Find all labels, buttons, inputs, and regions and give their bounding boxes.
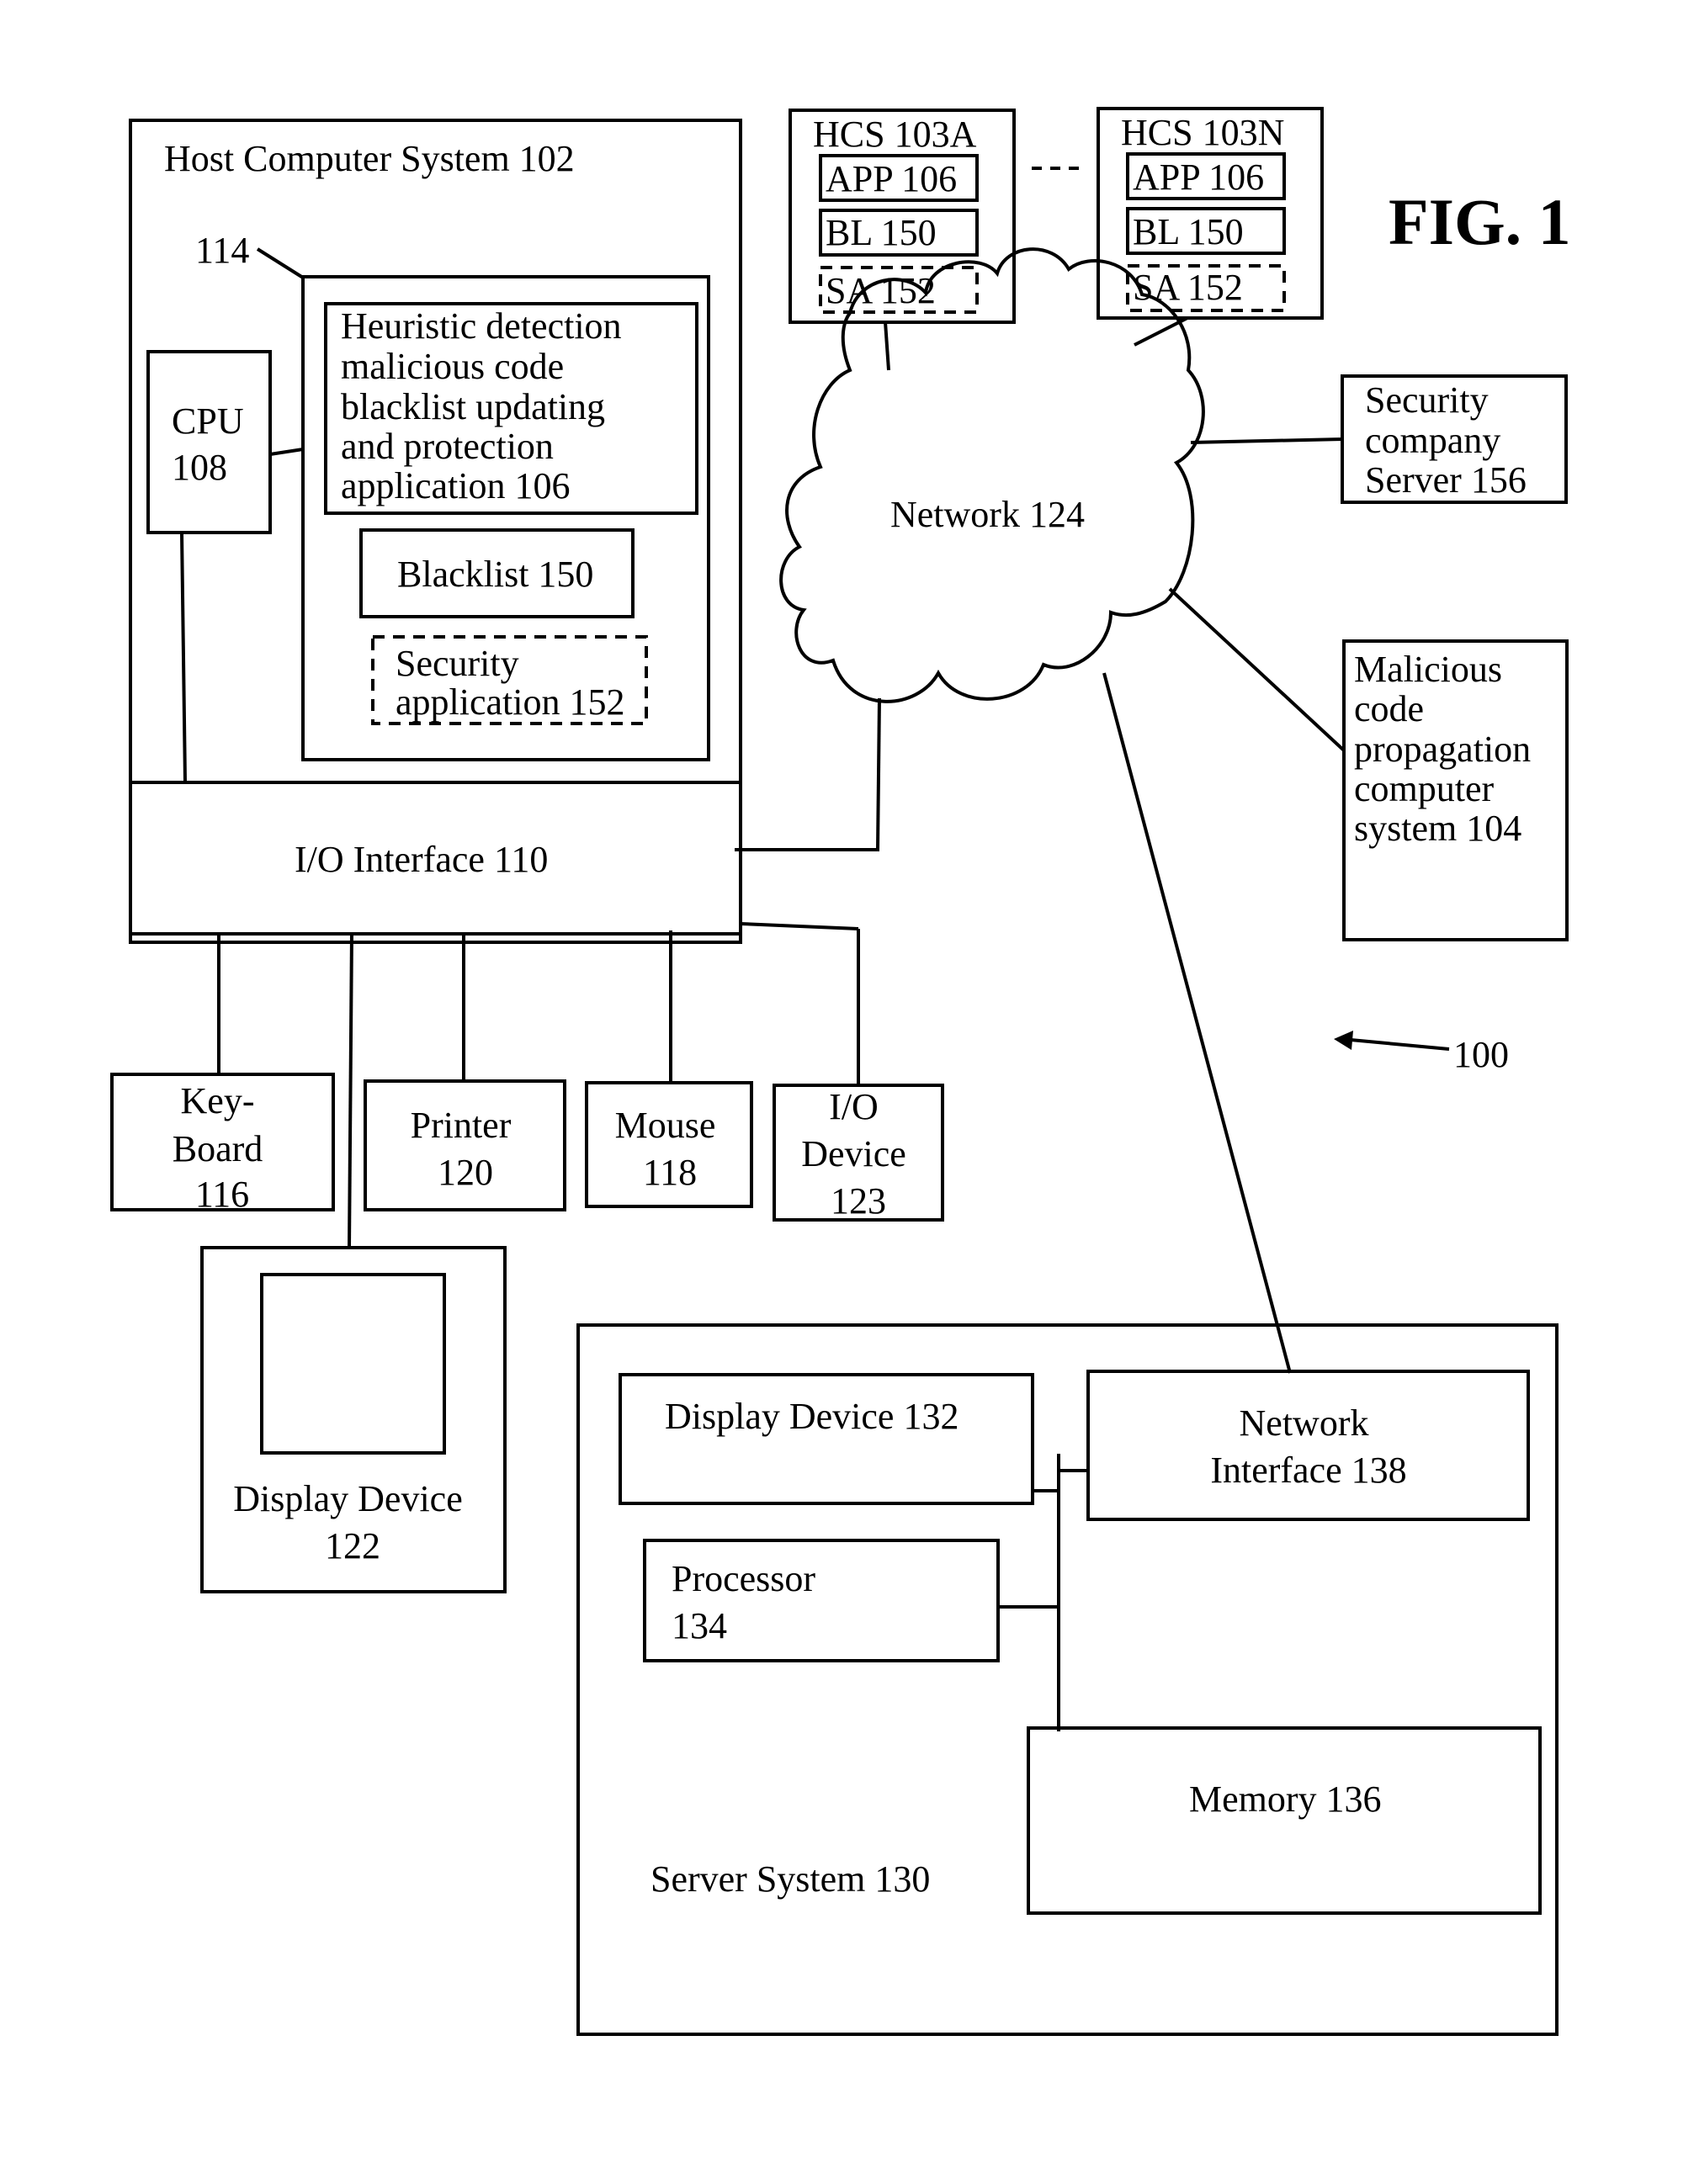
- hcs-103a-title: HCS 103A: [813, 114, 977, 155]
- network-label: Network 124: [890, 494, 1085, 535]
- cpu-108-text: CPU 108: [172, 400, 253, 488]
- app-line-3: blacklist updating: [341, 386, 605, 427]
- link-malicious-system: [1168, 587, 1346, 752]
- app-line-2: malicious code: [341, 346, 564, 387]
- hcs-103a-sa: SA 152: [826, 270, 936, 311]
- mouse-118: Mouse 118: [585, 1081, 753, 1208]
- memory-136-box: [1027, 1726, 1542, 1915]
- hcs-103n-app: APP 106: [1133, 156, 1264, 198]
- system-ref-label: 100: [1453, 1034, 1509, 1075]
- cpu-line-2: 108: [172, 447, 227, 488]
- system-ref-arrow-line: [1350, 1038, 1450, 1051]
- hcs-103n-sa: SA 152: [1133, 267, 1243, 308]
- link-host-vertical: [876, 697, 881, 851]
- hcs-103a: HCS 103A APP 106 BL 150 SA 152: [789, 109, 1016, 324]
- display-device-122: Display Device 122: [200, 1246, 507, 1593]
- display-122-text: Display Device 122: [233, 1478, 471, 1566]
- app-line-4: and protection: [341, 426, 554, 467]
- link-security-server: [1190, 437, 1343, 444]
- display-132-label: Display Device 132: [665, 1396, 959, 1437]
- server-system-130: Server System 130 Display Device 132 Net…: [576, 1323, 1559, 2036]
- security-company-server-156: Security company Server 156: [1341, 374, 1568, 504]
- malicious-system-text: Malicious code propagation computer syst…: [1354, 649, 1540, 849]
- memory-136-label: Memory 136: [1189, 1778, 1382, 1820]
- system-ref-100: 100: [1334, 1031, 1509, 1075]
- link-hcs-103a: [884, 321, 890, 371]
- arrow-head-icon: [1334, 1031, 1353, 1050]
- app-106-text: Heuristic detection malicious code black…: [341, 305, 631, 506]
- fig1-diagram: Host Computer System 102 114 Heuristic d…: [110, 107, 1571, 2036]
- keyboard-116: Key- Board 116: [110, 1073, 335, 1215]
- security-app-152-text: Security application 152: [396, 643, 625, 723]
- memory-ref-label: 114: [195, 230, 249, 271]
- app-line-1: Heuristic detection: [341, 305, 622, 347]
- malicious-code-system-104: Malicious code propagation computer syst…: [1342, 639, 1569, 941]
- security-app-line-1: Security: [396, 643, 519, 684]
- network-interface-text: Network Interface 138: [1210, 1402, 1406, 1491]
- security-app-line-2: application 152: [396, 681, 625, 723]
- printer-text: Printer 120: [411, 1105, 521, 1193]
- hcs-103n: HCS 103N APP 106 BL 150 SA 152: [1097, 107, 1324, 320]
- peripheral-links: [217, 922, 860, 1248]
- hcs-103a-app: APP 106: [826, 158, 957, 199]
- host-title: Host Computer System 102: [164, 138, 575, 179]
- app-line-5: application 106: [341, 465, 571, 506]
- hcs-103n-bl: BL 150: [1133, 211, 1244, 252]
- link-hcs-103n: [1134, 316, 1188, 347]
- cpu-memory-link: [269, 448, 304, 456]
- cpu-io-link: [180, 532, 187, 783]
- display-132-box: [619, 1373, 1034, 1505]
- link-server-network-interface: [1102, 672, 1292, 1374]
- network-interface-138-box: [1086, 1370, 1530, 1521]
- hcs-103a-bl: BL 150: [826, 212, 937, 253]
- printer-120: Printer 120: [364, 1079, 566, 1211]
- keyboard-text: Key- Board 116: [173, 1080, 273, 1215]
- io-interface-label: I/O Interface 110: [295, 839, 548, 880]
- security-server-text: Security company Server 156: [1365, 379, 1527, 501]
- blacklist-150-label: Blacklist 150: [397, 554, 593, 595]
- processor-text: Processor 134: [672, 1558, 825, 1646]
- io-device-text: I/O Device 123: [801, 1086, 916, 1222]
- figure-title: FIG. 1: [1389, 185, 1571, 258]
- io-device-123: I/O Device 123: [773, 1084, 944, 1222]
- network-links: [735, 316, 1346, 1374]
- cpu-108-box: [146, 350, 272, 534]
- mouse-text: Mouse 118: [615, 1105, 725, 1193]
- cpu-line-1: CPU: [172, 400, 244, 442]
- host-computer-system: Host Computer System 102 114 Heuristic d…: [129, 119, 742, 944]
- server-system-title: Server System 130: [651, 1858, 930, 1900]
- memory-ref-leader: [256, 247, 305, 279]
- display-122-screen: [260, 1273, 446, 1455]
- hcs-103n-title: HCS 103N: [1121, 112, 1284, 153]
